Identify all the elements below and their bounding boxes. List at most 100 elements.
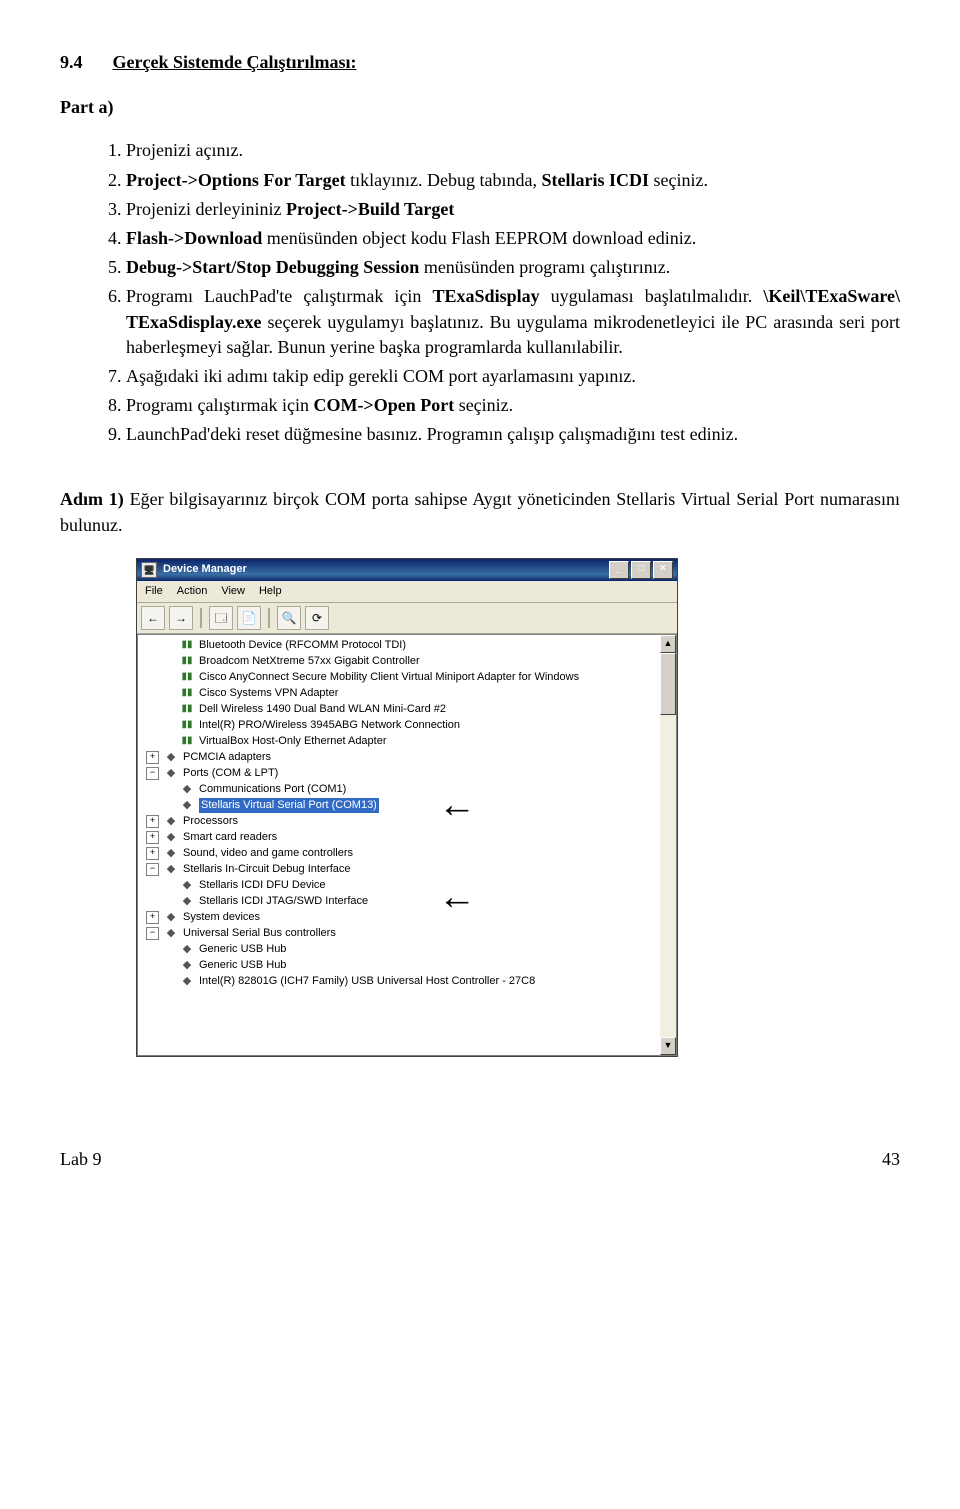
tree-item-label: Generic USB Hub (199, 958, 286, 973)
tree-item-label: Smart card readers (183, 830, 277, 845)
device-icon: ◆ (163, 766, 179, 780)
section-title: Gerçek Sistemde Çalıştırılması: (113, 52, 357, 72)
tree-row[interactable]: ◆Generic USB Hub (140, 941, 658, 957)
device-icon: ◆ (179, 894, 195, 908)
device-icon: ◆ (163, 846, 179, 860)
expand-toggle[interactable]: + (146, 815, 159, 828)
expand-toggle[interactable]: + (146, 751, 159, 764)
page-footer: Lab 9 43 (60, 1147, 900, 1172)
expand-toggle[interactable]: + (146, 847, 159, 860)
expand-toggle[interactable]: − (146, 863, 159, 876)
tree-item-label: Sound, video and game controllers (183, 846, 353, 861)
properties-button[interactable]: 📄 (237, 606, 261, 630)
device-icon: ◆ (179, 974, 195, 988)
tree-item-label: System devices (183, 910, 260, 925)
device-icon: ◆ (163, 750, 179, 764)
back-button[interactable]: ← (141, 606, 165, 630)
menu-action[interactable]: Action (177, 584, 208, 599)
network-adapter-icon: ▮▮ (179, 734, 195, 748)
tree-row[interactable]: ▮▮ Bluetooth Device (RFCOMM Protocol TDI) (140, 637, 658, 653)
device-icon: ◆ (163, 862, 179, 876)
tree-row[interactable]: ◆Stellaris Virtual Serial Port (COM13) (140, 797, 658, 813)
dm-title: Device Manager (163, 562, 247, 577)
section-number: 9.4 (60, 50, 108, 75)
tree-row[interactable]: ◆ Stellaris ICDI JTAG/SWD Interface (140, 893, 658, 909)
step-8: Programı çalıştırmak için COM->Open Port… (126, 393, 900, 418)
step-1: Projenizi açınız. (126, 138, 900, 163)
tree-item-label: Stellaris ICDI DFU Device (199, 878, 326, 893)
network-adapter-icon: ▮▮ (179, 670, 195, 684)
network-adapter-icon: ▮▮ (179, 718, 195, 732)
tree-item-label: PCMCIA adapters (183, 750, 271, 765)
dm-menubar: File Action View Help (137, 581, 677, 603)
tree-row[interactable]: −◆Ports (COM & LPT) (140, 765, 658, 781)
scroll-up-button[interactable]: ▲ (660, 635, 676, 653)
tree-item-label: Cisco Systems VPN Adapter (199, 686, 338, 701)
maximize-button[interactable]: □ (631, 561, 651, 579)
expand-toggle[interactable]: + (146, 831, 159, 844)
tree-row[interactable]: +◆Smart card readers (140, 829, 658, 845)
tree-row[interactable]: ▮▮ Cisco AnyConnect Secure Mobility Clien… (140, 669, 658, 685)
tree-row[interactable]: −◆Universal Serial Bus controllers (140, 925, 658, 941)
tree-row[interactable]: ◆ Intel(R) 82801G (ICH7 Family) USB Unive… (140, 973, 658, 989)
tree-row[interactable]: ▮▮Broadcom NetXtreme 57xx Gigabit Contro… (140, 653, 658, 669)
tree-item-label: Dell Wireless 1490 Dual Band WLAN Mini-C… (199, 702, 446, 717)
tree-item-label: Intel(R) PRO/Wireless 3945ABG Network Co… (199, 718, 460, 733)
tree-item-label: Bluetooth Device (RFCOMM Protocol TDI) (199, 638, 406, 653)
network-adapter-icon: ▮▮ (179, 638, 195, 652)
step-2: Project->Options For Target tıklayınız. … (126, 168, 900, 193)
scroll-down-button[interactable]: ▼ (660, 1037, 676, 1055)
tree-item-label: Intel(R) 82801G (ICH7 Family) USB Univer… (199, 974, 535, 989)
tree-row[interactable]: +◆Processors (140, 813, 658, 829)
steps-list: Projenizi açınız. Project->Options For Ta… (100, 138, 900, 447)
section-header: 9.4 Gerçek Sistemde Çalıştırılması: (60, 50, 900, 75)
expand-toggle[interactable]: − (146, 767, 159, 780)
network-adapter-icon: ▮▮ (179, 702, 195, 716)
expand-toggle[interactable]: + (146, 911, 159, 924)
forward-button[interactable]: → (169, 606, 193, 630)
tree-row[interactable]: ▮▮ Dell Wireless 1490 Dual Band WLAN Mini… (140, 701, 658, 717)
close-button[interactable]: × (653, 561, 673, 579)
device-tree[interactable]: ▮▮ Bluetooth Device (RFCOMM Protocol TDI)… (138, 635, 660, 1055)
device-icon: ◆ (163, 910, 179, 924)
tree-row[interactable]: ◆Communications Port (COM1) (140, 781, 658, 797)
menu-view[interactable]: View (221, 584, 245, 599)
scan-button[interactable]: 🔍 (277, 606, 301, 630)
tree-row[interactable]: −◆ Stellaris In-Circuit Debug Interface (140, 861, 658, 877)
step-5: Debug->Start/Stop Debugging Session menü… (126, 255, 900, 280)
dm-toolbar: ← → 🗔 📄 🔍 ⟳ (137, 603, 677, 634)
tree-item-label: Stellaris In-Circuit Debug Interface (183, 862, 351, 877)
view-button[interactable]: 🗔 (209, 606, 233, 630)
dm-titlebar[interactable]: 🖥 Device Manager _ □ × (137, 559, 677, 581)
minimize-button[interactable]: _ (609, 561, 629, 579)
device-icon: ◆ (179, 798, 195, 812)
dm-app-icon: 🖥 (141, 562, 157, 578)
menu-help[interactable]: Help (259, 584, 282, 599)
part-label: Part a) (60, 95, 900, 120)
tree-row[interactable]: ▮▮Cisco Systems VPN Adapter (140, 685, 658, 701)
step-3: Projenizi derleyininiz Project->Build Ta… (126, 197, 900, 222)
device-icon: ◆ (179, 878, 195, 892)
tree-row[interactable]: ◆ Stellaris ICDI DFU Device (140, 877, 658, 893)
tree-row[interactable]: ◆ Generic USB Hub (140, 957, 658, 973)
step-7: Aşağıdaki iki adımı takip edip gerekli C… (126, 364, 900, 389)
dm-window-controls: _ □ × (609, 561, 673, 579)
tree-row[interactable]: + ◆ PCMCIA adapters (140, 749, 658, 765)
tree-item-label: Cisco AnyConnect Secure Mobility Client … (199, 670, 579, 685)
scroll-thumb[interactable] (660, 653, 676, 715)
footer-left: Lab 9 (60, 1147, 101, 1172)
tree-row[interactable]: ▮▮ Intel(R) PRO/Wireless 3945ABG Network … (140, 717, 658, 733)
tree-item-label: Universal Serial Bus controllers (183, 926, 336, 941)
tree-item-label: Stellaris ICDI JTAG/SWD Interface (199, 894, 368, 909)
device-icon: ◆ (179, 958, 195, 972)
scroll-track[interactable] (660, 653, 676, 1037)
refresh-button[interactable]: ⟳ (305, 606, 329, 630)
menu-file[interactable]: File (145, 584, 163, 599)
tree-row[interactable]: ▮▮ VirtualBox Host-Only Ethernet Adapter (140, 733, 658, 749)
tree-item-label: Communications Port (COM1) (199, 782, 346, 797)
tree-row[interactable]: + ◆ System devices (140, 909, 658, 925)
expand-toggle[interactable]: − (146, 927, 159, 940)
tree-row[interactable]: + ◆ Sound, video and game controllers (140, 845, 658, 861)
tree-item-label: VirtualBox Host-Only Ethernet Adapter (199, 734, 387, 749)
vertical-scrollbar[interactable]: ▲ ▼ (660, 635, 676, 1055)
